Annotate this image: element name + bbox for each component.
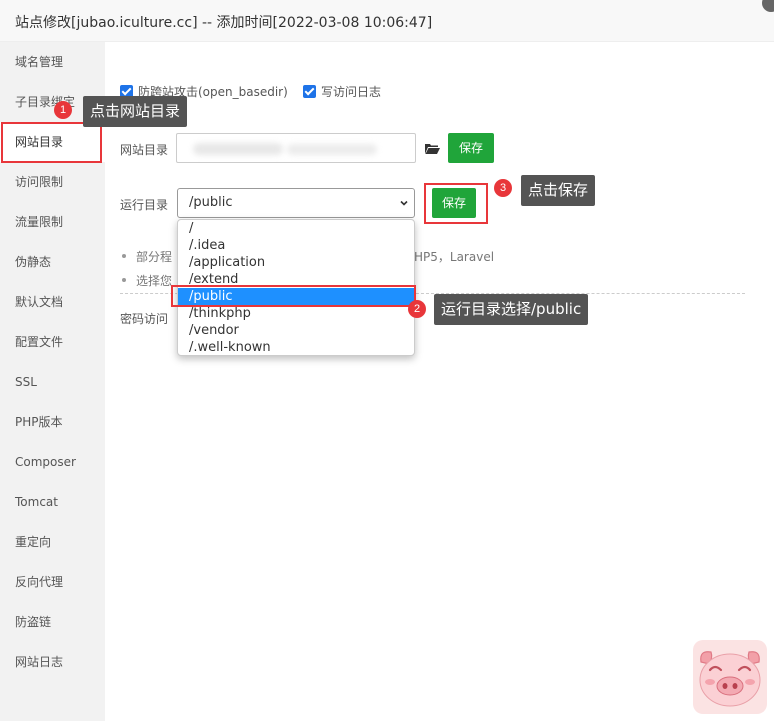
run-dir-option[interactable]: /.well-known — [178, 339, 414, 355]
site-dir-redacted — [287, 144, 377, 155]
sidebar-item-ssl[interactable]: SSL — [0, 362, 105, 402]
sidebar-item-redirect[interactable]: 重定向 — [0, 522, 105, 562]
sidebar-item-config-file[interactable]: 配置文件 — [0, 322, 105, 362]
site-edit-dialog: 站点修改[jubao.iculture.cc] -- 添加时间[2022-03-… — [0, 0, 774, 721]
run-dir-option[interactable]: /.idea — [178, 237, 414, 254]
pig-face-icon — [699, 651, 761, 707]
sidebar-nav: 域名管理 子目录绑定 网站目录 访问限制 流量限制 伪静态 默认文档 配置文件 … — [0, 42, 105, 721]
sidebar-item-site-log[interactable]: 网站日志 — [0, 642, 105, 682]
run-dir-label: 运行目录 — [120, 198, 169, 212]
access-log-label: 写访问日志 — [321, 85, 382, 99]
sidebar-item-site-dir[interactable]: 网站目录 — [0, 122, 105, 162]
pig-mascot-icon — [693, 640, 767, 714]
run-dir-save-button[interactable]: 保存 — [432, 188, 476, 218]
step-tip-2: 运行目录选择/public — [434, 294, 589, 325]
sidebar-item-reverse-proxy[interactable]: 反向代理 — [0, 562, 105, 602]
dialog-title: 站点修改[jubao.iculture.cc] -- 添加时间[2022-03-… — [15, 15, 433, 31]
run-dir-option[interactable]: /vendor — [178, 322, 414, 339]
run-dir-option[interactable]: /extend — [178, 271, 414, 288]
password-access-label: 密码访问 — [120, 312, 169, 326]
access-log-checkbox[interactable] — [303, 85, 316, 98]
sidebar-item-composer[interactable]: Composer — [0, 442, 105, 482]
sidebar-item-rewrite[interactable]: 伪静态 — [0, 242, 105, 282]
access-log-option[interactable]: 写访问日志 — [303, 83, 381, 100]
close-icon[interactable] — [762, 0, 774, 12]
run-dir-dropdown: / /.idea /application /extend /public /t… — [177, 219, 415, 356]
step-tip-3: 点击保存 — [521, 175, 596, 206]
sidebar-item-tomcat[interactable]: Tomcat — [0, 482, 105, 522]
note-line1-end: HP5，Laravel — [414, 250, 495, 264]
step-badge-2: 2 — [408, 300, 426, 318]
note-bullet — [122, 278, 126, 282]
sidebar-item-default-doc[interactable]: 默认文档 — [0, 282, 105, 322]
sidebar-item-traffic-limit[interactable]: 流量限制 — [0, 202, 105, 242]
site-dir-input[interactable] — [176, 133, 416, 163]
run-dir-select[interactable]: /public — [177, 188, 415, 218]
step-tip-1: 点击网站目录 — [83, 96, 188, 127]
site-dir-label: 网站目录 — [120, 143, 169, 157]
site-dir-save-button[interactable]: 保存 — [448, 133, 494, 163]
dialog-titlebar: 站点修改[jubao.iculture.cc] -- 添加时间[2022-03-… — [0, 0, 774, 42]
folder-icon[interactable] — [425, 143, 440, 154]
run-dir-option[interactable]: / — [178, 220, 414, 237]
note-line2-start: 选择您 — [136, 274, 173, 288]
run-dir-option-selected[interactable]: /public — [178, 288, 414, 305]
sidebar-item-access-limit[interactable]: 访问限制 — [0, 162, 105, 202]
run-dir-selected-value: /public — [189, 195, 233, 210]
sidebar-item-php-version[interactable]: PHP版本 — [0, 402, 105, 442]
sidebar-item-hotlink[interactable]: 防盗链 — [0, 602, 105, 642]
step-badge-1: 1 — [54, 101, 72, 119]
sidebar-item-domain[interactable]: 域名管理 — [0, 42, 105, 82]
note-line1-start: 部分程 — [136, 250, 173, 264]
step-badge-3: 3 — [494, 179, 512, 197]
chevron-down-icon — [400, 200, 408, 206]
note-bullet — [122, 254, 126, 258]
run-dir-option[interactable]: /application — [178, 254, 414, 271]
run-dir-option[interactable]: /thinkphp — [178, 305, 414, 322]
site-dir-redacted — [193, 143, 283, 155]
